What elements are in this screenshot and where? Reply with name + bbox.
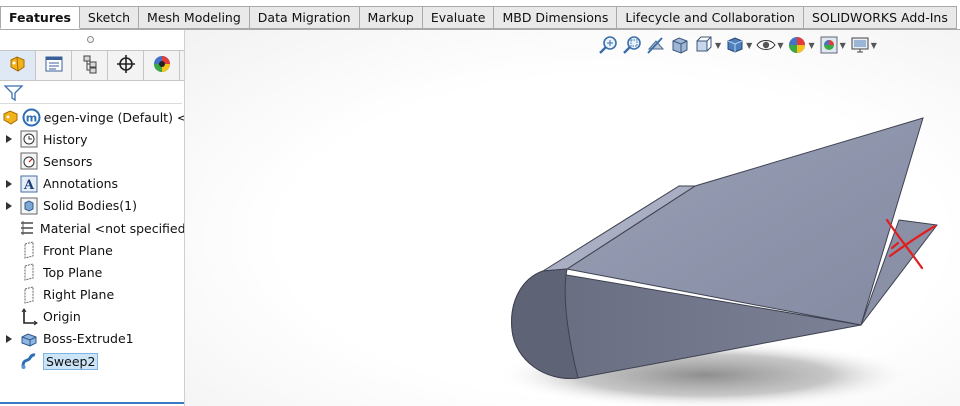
boss-extrude-icon: [18, 329, 40, 349]
tab-solidworks-add-ins[interactable]: SOLIDWORKS Add-Ins: [803, 6, 957, 29]
heads-up-view-toolbar: ▼ ▼ ▼ ▼ ▼ ▼: [598, 34, 881, 56]
annotations-icon: A: [18, 174, 40, 194]
panel-collapse-handle[interactable]: [87, 36, 94, 43]
part-icon: [2, 107, 20, 127]
configurationmanager-icon: [80, 54, 100, 77]
tree-item-origin[interactable]: Origin: [0, 306, 184, 328]
model-view[interactable]: [185, 30, 960, 406]
view-orientation-icon[interactable]: ▼: [694, 35, 721, 55]
expand-arrow-icon[interactable]: [0, 195, 18, 217]
tab-markup[interactable]: Markup: [359, 6, 423, 29]
tree-item-sensors[interactable]: Sensors: [0, 150, 184, 172]
svg-text:m: m: [25, 111, 36, 124]
tree-selection-bar: [0, 402, 184, 404]
material-icon: [17, 218, 37, 238]
model-badge-icon: m: [22, 107, 41, 127]
zoom-to-fit-icon[interactable]: [598, 35, 618, 55]
tree-item-front-plane[interactable]: Front Plane: [0, 239, 184, 261]
tab-mesh-modeling[interactable]: Mesh Modeling: [139, 6, 250, 29]
plane-icon: [18, 285, 40, 305]
propertymanager-tab[interactable]: [36, 51, 72, 80]
tab-lifecycle-and-collaboration[interactable]: Lifecycle and Collaboration: [617, 6, 804, 29]
tab-mbd-dimensions[interactable]: MBD Dimensions: [494, 6, 618, 29]
tree-item-top-plane[interactable]: Top Plane: [0, 261, 184, 283]
configurationmanager-tab[interactable]: [72, 51, 108, 80]
view-settings-icon[interactable]: ▼: [850, 35, 877, 55]
history-icon: [18, 129, 40, 149]
manager-tabs: [0, 50, 184, 81]
expand-arrow-icon[interactable]: [0, 128, 18, 150]
display-manager-icon: [152, 54, 172, 77]
tree-item-solid-bodies[interactable]: Solid Bodies(1): [0, 195, 184, 217]
feature-manager-panel: m egen-vinge (Default) <<D History Senso…: [0, 30, 185, 406]
sweep-icon: [18, 351, 40, 371]
tree-item-boss-extrude1[interactable]: Boss-Extrude1: [0, 328, 184, 350]
zoom-to-area-icon[interactable]: [622, 35, 642, 55]
plane-icon: [18, 240, 40, 260]
expand-arrow-icon[interactable]: [0, 328, 18, 350]
expand-arrow-icon[interactable]: [0, 173, 18, 195]
tree-item-sweep2[interactable]: Sweep2: [0, 350, 184, 372]
tab-data-migration[interactable]: Data Migration: [249, 6, 360, 29]
edit-appearance-icon[interactable]: ▼: [787, 35, 815, 55]
section-view-icon[interactable]: [670, 35, 690, 55]
tree-item-right-plane[interactable]: Right Plane: [0, 284, 184, 306]
display-style-icon[interactable]: ▼: [725, 35, 752, 55]
tree-root-part[interactable]: m egen-vinge (Default) <<D: [0, 106, 184, 128]
previous-view-icon[interactable]: [646, 35, 666, 55]
dimxpert-tab[interactable]: [108, 51, 144, 80]
feature-tree: m egen-vinge (Default) <<D History Senso…: [0, 106, 184, 372]
display-manager-tab[interactable]: [144, 51, 180, 80]
tree-filter-row: [0, 82, 182, 104]
tree-root-label: egen-vinge (Default) <<D: [43, 109, 184, 125]
tab-sketch[interactable]: Sketch: [79, 6, 140, 29]
graphics-area[interactable]: ▼ ▼ ▼ ▼ ▼ ▼: [185, 30, 960, 406]
hide-show-items-icon[interactable]: ▼: [756, 35, 783, 55]
svg-text:A: A: [23, 178, 35, 193]
tree-item-material[interactable]: Material <not specified>: [0, 217, 184, 239]
tab-evaluate[interactable]: Evaluate: [422, 6, 495, 29]
tree-item-annotations[interactable]: A Annotations: [0, 173, 184, 195]
featuremanager-icon: [8, 54, 28, 77]
command-manager-tabs: Features Sketch Mesh Modeling Data Migra…: [0, 0, 960, 30]
propertymanager-icon: [44, 54, 64, 77]
apply-scene-icon[interactable]: ▼: [819, 35, 846, 55]
plane-icon: [18, 262, 40, 282]
tree-item-history[interactable]: History: [0, 128, 184, 150]
tab-features[interactable]: Features: [0, 6, 80, 29]
solid-bodies-icon: [18, 196, 40, 216]
sensors-icon: [18, 151, 40, 171]
featuremanager-tab[interactable]: [0, 51, 36, 80]
filter-icon[interactable]: [3, 84, 24, 105]
tab-strip: Features Sketch Mesh Modeling Data Migra…: [0, 6, 957, 29]
dimxpert-icon: [116, 54, 136, 77]
origin-icon: [18, 307, 40, 327]
